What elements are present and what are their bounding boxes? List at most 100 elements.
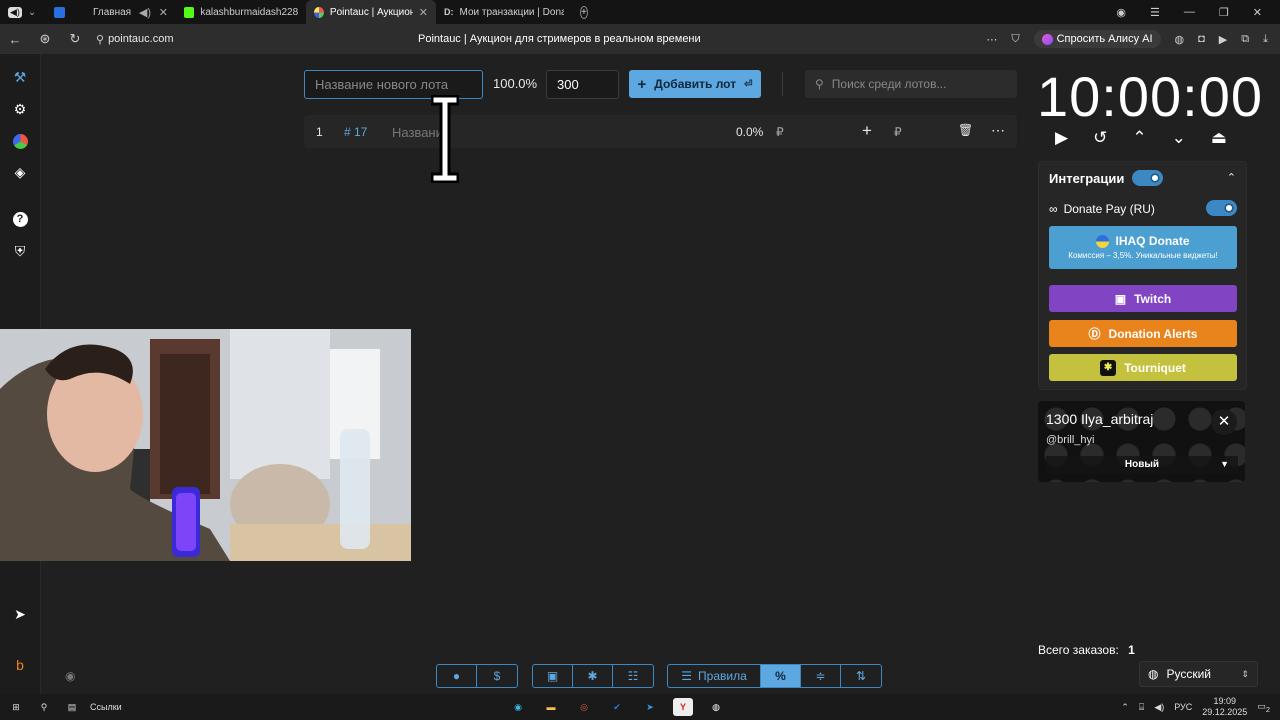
donation-alerts-button[interactable]: Ⓓ Donation Alerts xyxy=(1049,320,1237,347)
clear-button[interactable]: ☷ xyxy=(613,665,653,687)
lot-index: 1 xyxy=(316,125,323,139)
tab-label: Мои транзакции | Donate xyxy=(459,6,564,18)
lot-currency-2: ₽ xyxy=(894,125,902,139)
protect-icon[interactable]: ⊛ xyxy=(30,31,60,47)
reset-icon[interactable]: ↺ xyxy=(1093,128,1107,148)
alice-button[interactable]: Спросить Алису AI xyxy=(1033,30,1161,48)
chevron-down-icon[interactable]: ⌄ xyxy=(1172,128,1186,148)
collections-icon[interactable]: ⧉ xyxy=(1241,33,1249,46)
downloads-icon[interactable]: ⤓ xyxy=(1263,33,1268,46)
chrome-icon[interactable]: ◎ xyxy=(574,698,594,716)
compact-toggle[interactable]: ≑ xyxy=(801,665,841,687)
more-icon[interactable]: ⋯ xyxy=(991,122,1005,139)
bookmark-icon[interactable]: ⛉ xyxy=(1011,33,1019,46)
restore-icon[interactable]: ❐ xyxy=(1219,6,1229,19)
chevron-down-icon[interactable]: ▼ xyxy=(1220,459,1229,469)
chevron-up-icon[interactable]: ⌃ xyxy=(1132,128,1146,148)
trash-icon[interactable]: 🗑 xyxy=(958,123,973,137)
twitch-icon: ▣ xyxy=(1114,291,1127,306)
menu-icon[interactable]: ☰ xyxy=(1150,6,1160,19)
media-icon[interactable]: ▶ xyxy=(1219,33,1227,46)
eye-icon[interactable]: ◉ xyxy=(65,669,75,683)
tray-chevron-icon[interactable]: ⌃ xyxy=(1121,702,1129,713)
links-label[interactable]: Ссылки xyxy=(90,702,122,712)
windows-start-icon[interactable]: ⊞ xyxy=(6,698,26,716)
audio-tab[interactable]: ◀) ⌄ xyxy=(0,0,46,24)
more-icon[interactable]: ⋯ xyxy=(986,33,997,46)
view-toolbar: ☰ Правила % ≑ ⇅ xyxy=(667,664,882,688)
enter-key-icon: ⏎ xyxy=(744,78,753,90)
integrations-toggle[interactable] xyxy=(1132,170,1163,186)
close-window-icon[interactable]: ✕ xyxy=(1253,6,1262,19)
obs-icon[interactable]: ◍ xyxy=(706,698,726,716)
extension-icon[interactable]: ◘ xyxy=(1198,33,1205,45)
close-tab-icon[interactable]: ✕ xyxy=(159,6,168,19)
plus-icon[interactable]: + xyxy=(862,121,872,141)
add-lot-button[interactable]: + Добавить лот ⏎ xyxy=(629,70,761,98)
tourniquet-button[interactable]: ✱ Tourniquet xyxy=(1049,354,1237,381)
back-arrow-icon[interactable]: ← xyxy=(0,32,30,47)
sort-toggle[interactable]: ⇅ xyxy=(841,665,881,687)
percent-toggle[interactable]: % xyxy=(761,665,801,687)
shield-icon[interactable]: ⛨ xyxy=(10,241,30,261)
profile-icon[interactable]: ◉ xyxy=(1116,6,1126,19)
amount-input[interactable]: 300 xyxy=(546,70,619,99)
close-icon[interactable]: ✕ xyxy=(1211,409,1237,435)
network-icon[interactable]: ⌸ xyxy=(1139,702,1144,713)
site-info-icon[interactable]: ⚲ xyxy=(96,33,104,46)
play-icon[interactable]: ▶ xyxy=(1055,128,1068,148)
layers-icon[interactable]: ◈ xyxy=(10,162,30,182)
github-button[interactable]: ● xyxy=(437,665,477,687)
globe-icon[interactable]: ◍ xyxy=(1175,33,1185,46)
chevron-up-icon[interactable]: ⌃ xyxy=(1227,171,1236,184)
wheel-icon[interactable] xyxy=(10,131,30,151)
tab-kick-stream[interactable]: kalashburmaidash228 Stre xyxy=(176,0,306,24)
donation-status[interactable]: Новый xyxy=(1046,456,1238,474)
search-icon[interactable]: ⚲ xyxy=(34,698,54,716)
volume-icon[interactable]: ◀) xyxy=(1154,702,1164,713)
url-field[interactable]: pointauc.com xyxy=(108,33,173,45)
save-button[interactable]: ▣ xyxy=(533,665,573,687)
alice-label: Спросить Алису AI xyxy=(1056,33,1153,45)
file-explorer-icon[interactable]: ▬ xyxy=(541,698,561,716)
edge-icon[interactable]: ◉ xyxy=(508,698,528,716)
chevron-down-icon[interactable]: ⌄ xyxy=(28,7,36,18)
tab-donate-transactions[interactable]: D: Мои транзакции | Donate xyxy=(436,0,572,24)
bug-report-button[interactable]: ✱ xyxy=(573,665,613,687)
clock[interactable]: 19:09 29.12.2025 xyxy=(1202,696,1247,718)
help-icon[interactable]: ? xyxy=(10,209,30,229)
plus-icon: + xyxy=(580,5,588,19)
tab-home[interactable]: Главная ◀) ✕ xyxy=(46,0,176,24)
lot-row[interactable]: 1 # 17 Название 0.0% ₽ + ₽ 🗑 ⋯ xyxy=(304,115,1017,148)
minimize-icon[interactable]: — xyxy=(1184,6,1195,19)
boosty-icon[interactable]: b xyxy=(10,655,30,675)
donate-button[interactable]: $ xyxy=(477,665,517,687)
close-tab-icon[interactable]: ✕ xyxy=(419,6,428,19)
input-lang[interactable]: РУС xyxy=(1174,702,1192,712)
donation-card[interactable]: 1300 Ilya_arbitraj @brill_hyi ✕ Новый ▼ xyxy=(1038,401,1245,482)
task-view-icon[interactable]: ▤ xyxy=(62,698,82,716)
new-tab-button[interactable]: + xyxy=(572,0,592,24)
reload-icon[interactable]: ↻ xyxy=(60,31,90,47)
donate-favicon-icon: D: xyxy=(444,7,454,17)
github-icon: ● xyxy=(452,669,461,683)
language-select[interactable]: ◍ Русский ⇕ xyxy=(1139,661,1258,687)
settings-gear-icon[interactable]: ⚙ xyxy=(10,99,30,119)
rules-button[interactable]: ☰ Правила xyxy=(668,665,761,687)
check-app-icon[interactable]: ✔ xyxy=(607,698,627,716)
tab-label: Главная xyxy=(93,6,132,18)
clear-list-icon: ☷ xyxy=(627,669,639,683)
tab-pointauc[interactable]: Pointauc | Аукцион для ✕ xyxy=(306,0,436,24)
percent-value: 100.0% xyxy=(493,76,538,91)
notifications-icon[interactable]: ▭2 xyxy=(1257,701,1270,714)
telegram-icon[interactable]: ➤ xyxy=(640,698,660,716)
eject-icon[interactable]: ⏏ xyxy=(1211,128,1227,148)
yandex-browser-icon[interactable]: Y xyxy=(673,698,693,716)
ihaq-donate-button[interactable]: IHAQ Donate Комиссия – 3,5%. Уникальные … xyxy=(1049,226,1237,269)
telegram-icon[interactable]: ➤ xyxy=(10,604,30,624)
donate-pay-toggle[interactable] xyxy=(1206,200,1237,216)
twitch-button[interactable]: ▣ Twitch xyxy=(1049,285,1237,312)
lot-search-input[interactable]: ⚲ Поиск среди лотов... xyxy=(805,70,1017,98)
pointauc-favicon-icon xyxy=(314,6,324,18)
auction-hammer-icon[interactable]: ⚒ xyxy=(10,67,30,87)
